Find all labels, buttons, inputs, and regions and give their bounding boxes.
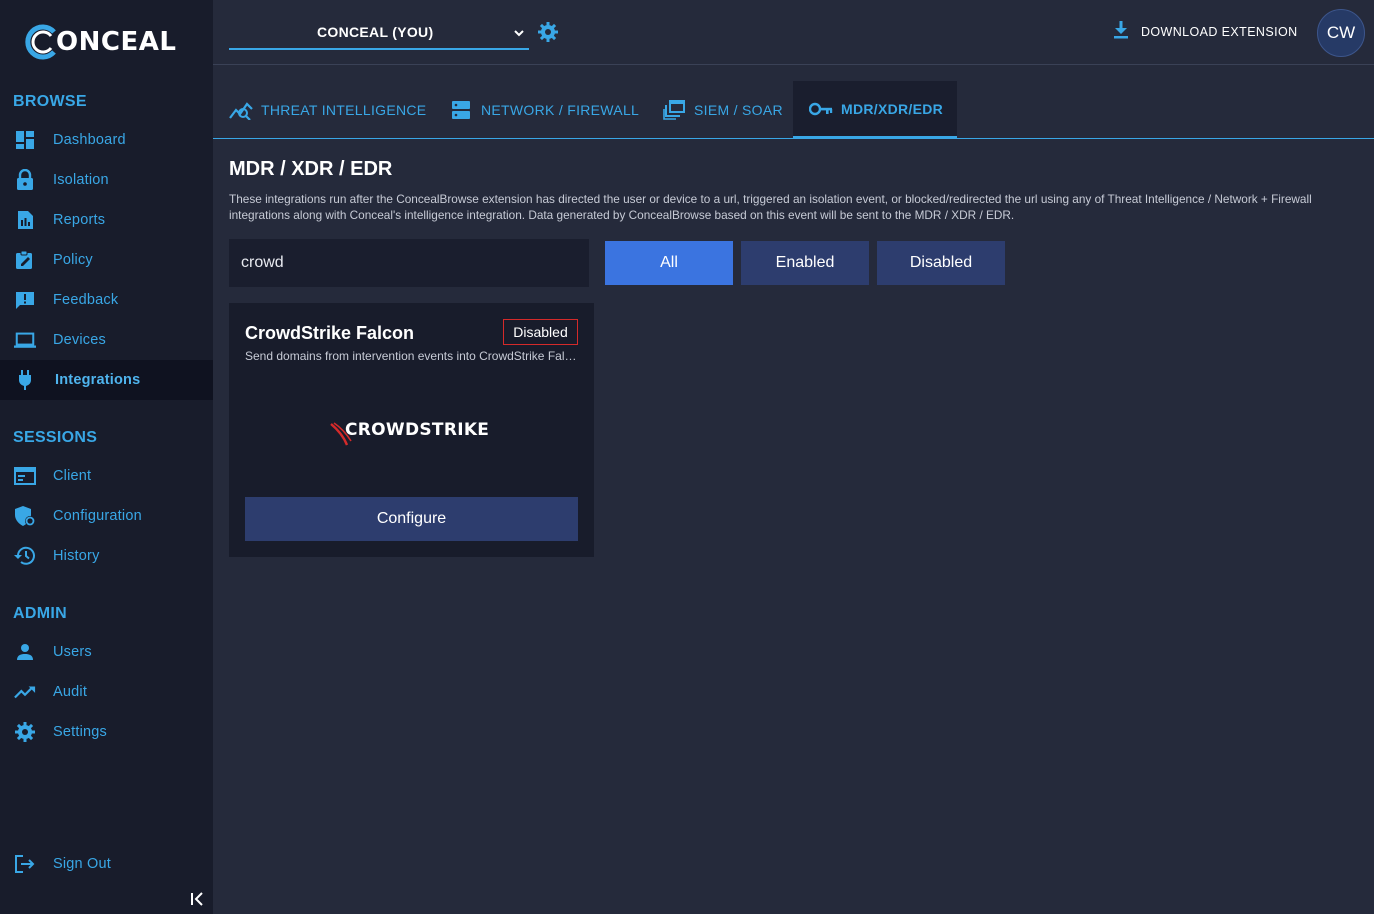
- sidebar-item-label: Users: [53, 644, 92, 660]
- page-title: MDR / XDR / EDR: [229, 158, 393, 180]
- sign-out-button[interactable]: Sign Out: [0, 844, 213, 884]
- brand-text: CROWDSTRIKE: [345, 420, 490, 440]
- configure-button[interactable]: Configure: [245, 497, 578, 541]
- dashboard-icon: [14, 129, 36, 151]
- tab-label: THREAT INTELLIGENCE: [261, 101, 427, 118]
- integration-description: Send domains from intervention events in…: [245, 349, 580, 363]
- sidebar-item-label: Integrations: [55, 372, 141, 388]
- sidebar-item-devices[interactable]: Devices: [0, 320, 213, 360]
- tab-label: MDR/XDR/EDR: [841, 100, 944, 117]
- sidebar-item-isolation[interactable]: Isolation: [0, 160, 213, 200]
- section-admin: ADMIN: [13, 605, 67, 622]
- top-bar: CONCEAL (YOU) DOWNLOAD EXTENSION CW: [213, 0, 1374, 65]
- windows-stack-icon: [662, 98, 686, 122]
- chevron-down-icon: [513, 26, 525, 38]
- tenant-name: CONCEAL (YOU): [317, 24, 434, 40]
- sidebar-item-label: History: [53, 548, 100, 564]
- filter-enabled-button[interactable]: Enabled: [741, 241, 869, 285]
- download-extension-label: DOWNLOAD EXTENSION: [1141, 25, 1298, 39]
- sidebar-item-audit[interactable]: Audit: [0, 672, 213, 712]
- sidebar-item-history[interactable]: History: [0, 536, 213, 576]
- page-description: These integrations run after the Conceal…: [229, 192, 1312, 222]
- integration-card: CrowdStrike Falcon Disabled Send domains…: [229, 303, 594, 557]
- feedback-icon: [14, 289, 36, 311]
- sidebar-item-label: Feedback: [53, 292, 119, 308]
- sidebar-item-label: Configuration: [53, 508, 142, 524]
- sidebar-item-configuration[interactable]: Configuration: [0, 496, 213, 536]
- policy-icon: [14, 249, 36, 271]
- search-input[interactable]: [229, 239, 589, 287]
- sidebar-item-label: Reports: [53, 212, 106, 228]
- tab-siem-soar[interactable]: SIEM / SOAR: [662, 81, 783, 138]
- tab-mdr-xdr-edr[interactable]: MDR/XDR/EDR: [793, 81, 957, 138]
- sidebar-item-policy[interactable]: Policy: [0, 240, 213, 280]
- sidebar-item-label: Client: [53, 468, 92, 484]
- sidebar-item-feedback[interactable]: Feedback: [0, 280, 213, 320]
- sign-out-icon: [14, 853, 36, 875]
- shield-gear-icon: [14, 505, 36, 527]
- sidebar-item-settings[interactable]: Settings: [0, 712, 213, 752]
- sidebar-item-label: Audit: [53, 684, 88, 700]
- sidebar-item-client[interactable]: Client: [0, 456, 213, 496]
- filter-disabled-button[interactable]: Disabled: [877, 241, 1005, 285]
- section-browse: BROWSE: [13, 93, 87, 110]
- integration-tabs: THREAT INTELLIGENCE NETWORK / FIREWALL S…: [213, 81, 1374, 139]
- user-icon: [14, 641, 36, 663]
- crowdstrike-logo: CROWDSTRIKE: [329, 415, 494, 451]
- collapse-sidebar-icon[interactable]: [188, 890, 206, 908]
- section-sessions: SESSIONS: [13, 429, 98, 446]
- threat-chart-icon: [229, 98, 253, 122]
- sidebar-item-users[interactable]: Users: [0, 632, 213, 672]
- key-icon: [809, 97, 833, 121]
- download-extension-button[interactable]: DOWNLOAD EXTENSION: [1113, 20, 1298, 44]
- integration-title: CrowdStrike Falcon: [245, 323, 415, 343]
- laptop-icon: [14, 329, 36, 351]
- tab-label: SIEM / SOAR: [694, 101, 783, 118]
- tab-threat-intelligence[interactable]: THREAT INTELLIGENCE: [229, 81, 426, 138]
- history-icon: [14, 545, 36, 567]
- tab-network-firewall[interactable]: NETWORK / FIREWALL: [449, 81, 639, 138]
- filter-all-button[interactable]: All: [605, 241, 733, 285]
- tenant-select[interactable]: CONCEAL (YOU): [229, 14, 529, 50]
- logo-c-icon: [25, 24, 56, 60]
- avatar[interactable]: CW: [1317, 9, 1365, 57]
- lock-icon: [14, 169, 36, 191]
- sidebar-item-label: Settings: [53, 724, 107, 740]
- download-icon: [1113, 20, 1129, 44]
- gear-icon: [14, 721, 36, 743]
- sidebar-item-dashboard[interactable]: Dashboard: [0, 120, 213, 160]
- sidebar-item-label: Devices: [53, 332, 106, 348]
- server-icon: [449, 98, 473, 122]
- tenant-settings-icon[interactable]: [538, 22, 560, 44]
- sidebar-item-label: Isolation: [53, 172, 109, 188]
- browser-window-icon: [14, 465, 36, 487]
- tab-label: NETWORK / FIREWALL: [481, 101, 640, 118]
- sidebar: ONCEAL BROWSE Dashboard Isolation Report…: [0, 0, 213, 914]
- sidebar-item-reports[interactable]: Reports: [0, 200, 213, 240]
- sidebar-item-label: Policy: [53, 252, 93, 268]
- plug-icon: [14, 369, 36, 391]
- status-badge: Disabled: [503, 319, 578, 345]
- logo-text: ONCEAL: [56, 27, 177, 57]
- conceal-logo[interactable]: ONCEAL: [24, 22, 176, 62]
- report-icon: [14, 209, 36, 231]
- trend-icon: [14, 681, 36, 703]
- sign-out-label: Sign Out: [53, 856, 112, 872]
- sidebar-item-integrations[interactable]: Integrations: [0, 360, 213, 400]
- sidebar-item-label: Dashboard: [53, 132, 126, 148]
